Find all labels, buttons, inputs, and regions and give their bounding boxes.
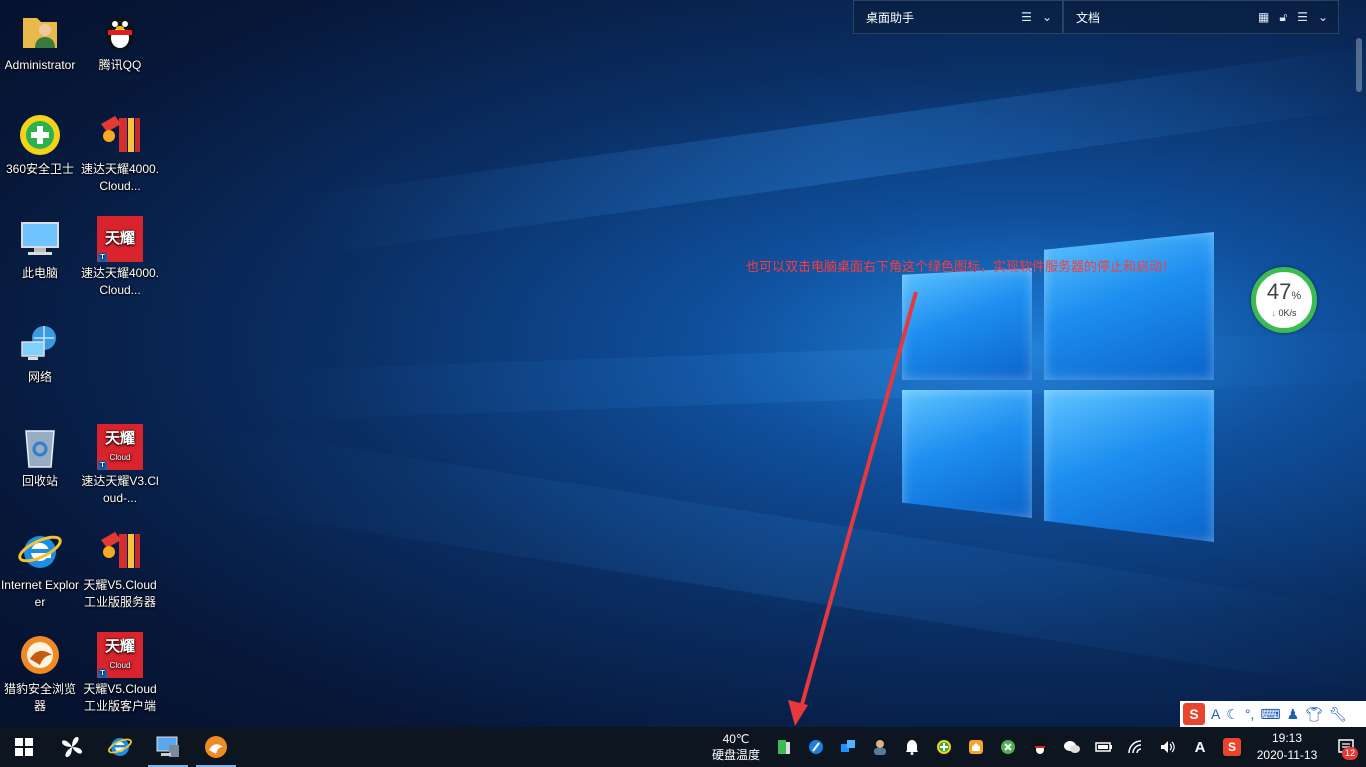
shirt-icon[interactable]: 👕︎ [1305,706,1323,723]
tray-home-icon[interactable] [960,727,992,767]
notification-badge: 12 [1341,747,1358,760]
tray-bell-icon[interactable] [896,727,928,767]
windows-icon [15,738,33,756]
tray-user-icon[interactable] [864,727,896,767]
ie-icon [108,738,132,756]
ime-toolbar[interactable]: S A ☾ °, ⌨ ♟ 👕︎ 🔧︎ [1180,701,1366,727]
tray-server-green-icon[interactable] [768,727,800,767]
pinwheel-icon [62,737,82,757]
server-monitor-icon [156,736,179,757]
tray-feather-icon[interactable] [800,727,832,767]
cheetah-browser-icon [205,736,227,758]
tray-green-circle-icon[interactable] [992,727,1024,767]
taskbar: 40℃ 硬盘温度 A S 19:13 2020-11-13 12 [0,727,1366,767]
taskbar-ie[interactable] [96,727,144,767]
network-speed-ball[interactable]: 47% ↓ 0K/s [1251,267,1317,333]
tray-volume-icon[interactable] [1152,727,1184,767]
tray-qq-icon[interactable] [1024,727,1056,767]
taskbar-pinwheel-app[interactable] [48,727,96,767]
download-arrow-icon: ↓ [1271,308,1276,318]
tray-battery-icon[interactable] [1088,727,1120,767]
speed-percent: 47 [1266,279,1292,304]
moon-icon[interactable]: ☾ [1226,706,1239,723]
disk-temperature[interactable]: 40℃ 硬盘温度 [706,731,766,763]
tray-sogou-icon[interactable]: S [1216,727,1248,767]
taskbar-cheetah-browser[interactable] [192,727,240,767]
punctuation-icon[interactable]: °, [1245,706,1255,722]
action-center-button[interactable]: 12 [1326,727,1366,767]
start-button[interactable] [0,727,48,767]
tray-wechat-icon[interactable] [1056,727,1088,767]
speed-rate: 0K/s [1278,308,1297,318]
tray-360-icon[interactable] [928,727,960,767]
system-tray: A S 19:13 2020-11-13 12 [768,727,1366,767]
tray-wifi-icon[interactable] [1120,727,1152,767]
tray-blue-app-icon[interactable] [832,727,864,767]
ime-mode-label[interactable]: A [1211,706,1220,722]
wrench-icon[interactable]: 🔧︎ [1329,706,1347,723]
tray-input-mode[interactable]: A [1184,727,1216,767]
sogou-logo-icon[interactable]: S [1183,703,1205,725]
clock-time: 19:13 [1271,731,1303,745]
annotation-arrow [788,291,918,726]
taskbar-clock[interactable]: 19:13 2020-11-13 [1248,730,1326,764]
user-icon[interactable]: ♟ [1287,706,1300,723]
clock-date: 2020-11-13 [1256,748,1318,762]
taskbar-server-manager[interactable] [144,727,192,767]
keyboard-icon[interactable]: ⌨ [1260,706,1280,723]
